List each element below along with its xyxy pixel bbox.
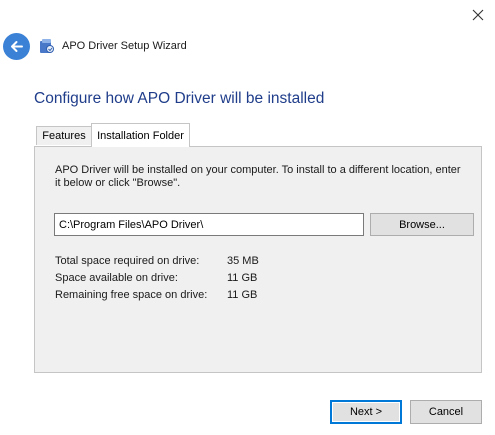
page-title: Configure how APO Driver will be install… — [34, 90, 325, 107]
browse-button[interactable]: Browse... — [370, 213, 474, 236]
tab-label: Features — [42, 130, 86, 142]
disk-space-info: Total space required on drive: 35 MB Spa… — [55, 253, 259, 304]
space-label: Total space required on drive: — [55, 255, 200, 267]
setup-app-icon — [37, 37, 55, 55]
install-path-input[interactable] — [54, 213, 364, 236]
close-icon — [472, 9, 484, 21]
space-label: Remaining free space on drive: — [55, 289, 208, 301]
next-button[interactable]: Next > — [330, 400, 402, 424]
space-value: 11 GB — [227, 289, 258, 301]
cancel-button[interactable]: Cancel — [410, 400, 482, 424]
window-title: APO Driver Setup Wizard — [62, 40, 187, 52]
tab-label: Installation Folder — [97, 129, 184, 142]
space-row-available: Space available on drive: 11 GB — [55, 270, 259, 287]
space-value: 35 MB — [227, 255, 259, 267]
space-row-remaining: Remaining free space on drive: 11 GB — [55, 287, 259, 304]
close-button[interactable] — [463, 2, 493, 28]
space-row-total: Total space required on drive: 35 MB — [55, 253, 259, 270]
space-label: Space available on drive: — [55, 272, 178, 284]
install-description: APO Driver will be installed on your com… — [55, 164, 461, 189]
tab-features[interactable]: Features — [36, 126, 92, 145]
space-value: 11 GB — [227, 272, 258, 284]
back-arrow-icon — [11, 41, 23, 52]
tab-installation-folder[interactable]: Installation Folder — [91, 123, 190, 147]
back-button[interactable] — [3, 33, 30, 60]
